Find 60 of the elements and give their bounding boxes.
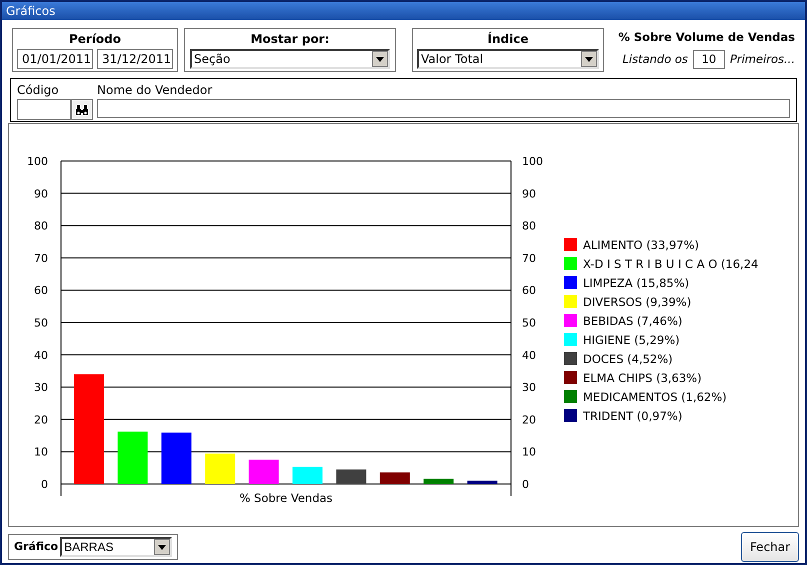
code-label: Código	[17, 82, 60, 99]
category-label: % Sobre Vendas	[239, 491, 333, 505]
tick-label: 50	[34, 316, 48, 330]
tick-label: 20	[522, 413, 536, 426]
dropdown[interactable]: Valor Total	[417, 49, 599, 69]
group-label: Mostar por:	[250, 31, 330, 48]
binoculars-icon	[75, 104, 89, 116]
chart-type-label: Gráfico	[14, 538, 58, 555]
tick-label: 80	[34, 220, 48, 233]
input-field[interactable]: 01/01/2011	[17, 49, 93, 69]
listing-label: Listando os	[622, 51, 688, 68]
tick-label: 20	[34, 413, 48, 426]
window-title: Gráficos	[2, 2, 805, 20]
group-label: Índice	[488, 30, 528, 48]
count-field[interactable]: 10	[692, 50, 725, 70]
legend-label: LIMPEZA (15,85%)	[583, 276, 690, 290]
code-field[interactable]	[17, 99, 71, 120]
dropdown-button[interactable]	[154, 539, 170, 555]
tick-label: 90	[34, 187, 48, 200]
tick-label: 70	[522, 252, 536, 265]
legend-label: ELMA CHIPS (3,63%)	[583, 371, 702, 385]
tick-label: 10	[34, 446, 48, 459]
legend-label: ALIMENTO (33,97%)	[583, 238, 700, 252]
tick-label: 100	[522, 155, 543, 168]
tick-label: 40	[522, 348, 536, 362]
caret-icon	[376, 56, 384, 62]
tick-label: 30	[34, 381, 48, 394]
seller-name-label: Nome do Vendedor	[97, 82, 214, 99]
tick-label: 50	[522, 316, 536, 330]
legend-label: MEDICAMENTOS (1,62%)	[583, 390, 727, 404]
tick-label: 70	[34, 252, 48, 265]
legend-label: HIGIENE (5,29%)	[583, 333, 680, 347]
tick-label: 10	[522, 446, 536, 459]
tick-label: 80	[522, 220, 536, 233]
dropdown[interactable]: Seção	[190, 49, 390, 69]
tick-label: 40	[34, 348, 48, 362]
volume-title: % Sobre Volume de Vendas	[618, 29, 795, 46]
input-field[interactable]: 31/12/2011	[97, 49, 173, 69]
tick-label: 0	[522, 478, 529, 491]
dropdown-button[interactable]	[581, 51, 597, 67]
legend-label: X-D I S T R I B U I C A O (16,24	[583, 257, 758, 271]
tick-label: 100	[27, 155, 48, 168]
legend-label: DOCES (4,52%)	[583, 352, 673, 366]
legend-label: DIVERSOS (9,39%)	[583, 295, 692, 309]
close-button[interactable]: Fechar	[741, 532, 799, 562]
tick-label: 0	[41, 478, 48, 491]
tick-label: 30	[522, 381, 536, 394]
seller-name-field[interactable]	[97, 99, 790, 118]
caret-icon	[158, 544, 166, 550]
legend-label: BEBIDAS (7,46%)	[583, 314, 682, 328]
legend-label: TRIDENT (0,97%)	[583, 409, 682, 423]
dropdown[interactable]: BARRAS	[60, 537, 172, 557]
dropdown-button[interactable]	[372, 51, 388, 67]
caret-icon	[585, 56, 593, 62]
tick-label: 60	[34, 284, 48, 298]
listing-label: Primeiros...	[730, 51, 795, 68]
period-label: Período	[68, 31, 122, 48]
search-button[interactable]	[71, 99, 93, 120]
tick-label: 60	[522, 284, 536, 298]
tick-label: 90	[522, 187, 536, 200]
